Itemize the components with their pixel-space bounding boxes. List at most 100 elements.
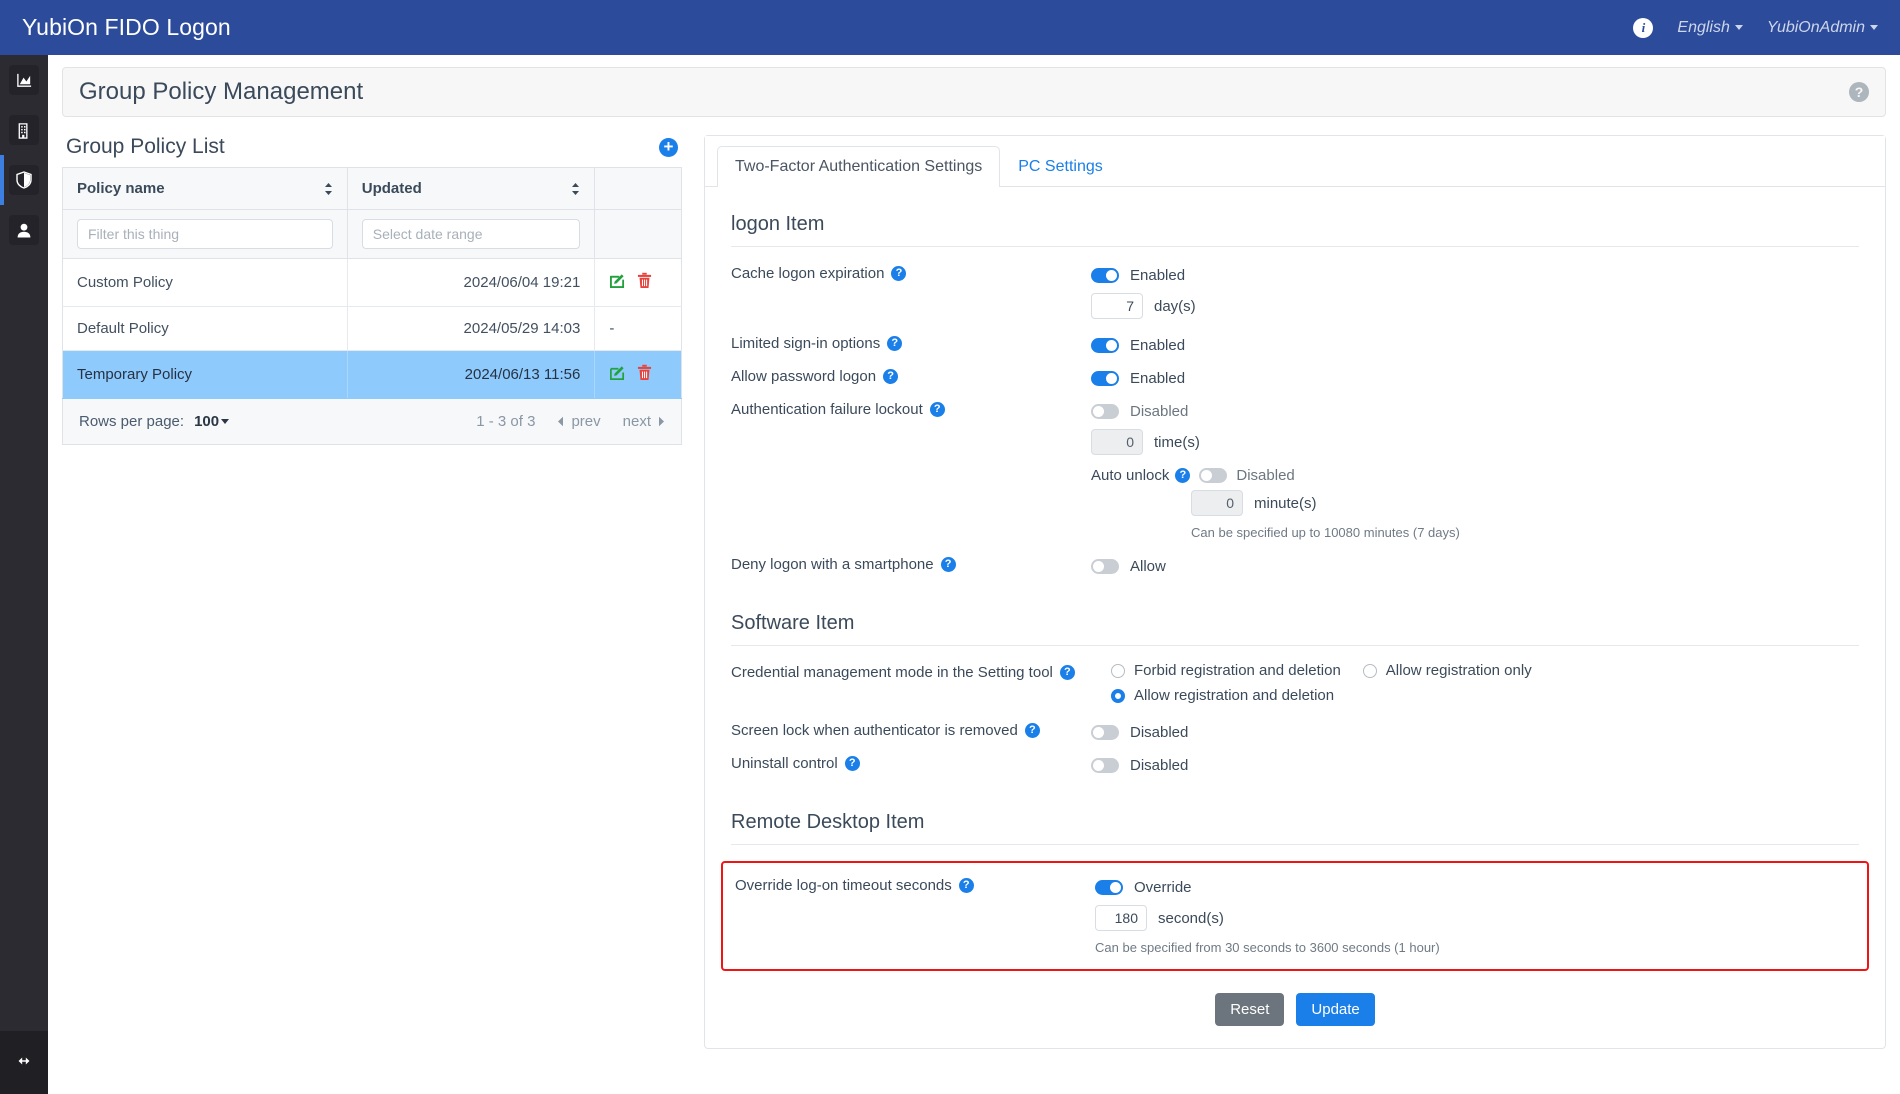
table-row[interactable]: Custom Policy 2024/06/04 19:21 [62,258,682,307]
building-icon [9,115,39,145]
pagination-controls: 1 - 3 of 3 prev next [476,413,665,430]
toggle-switch[interactable] [1091,403,1119,419]
help-icon[interactable]: ? [958,878,974,893]
toggle-state-label: Enabled [1130,336,1186,354]
toggle-switch[interactable] [1095,879,1123,895]
label-text: Authentication failure lockout [731,401,923,418]
sidebar-collapse-toggle[interactable] [0,1032,48,1094]
column-header-policy-name[interactable]: Policy name [62,167,348,210]
unit-label: minute(s) [1254,494,1317,512]
chevron-down-icon [1870,25,1878,30]
question-circle-icon[interactable]: ? [1849,82,1869,102]
edit-icon[interactable] [609,272,626,293]
toggle-switch[interactable] [1091,337,1119,353]
cell-actions: - [594,306,682,351]
setting-control: Enabled [1091,333,1859,357]
toggle-switch[interactable] [1091,267,1119,283]
radio-option-allow-registration-and-deletion[interactable]: Allow registration and deletion [1111,687,1751,704]
lockout-times-input[interactable] [1091,429,1143,455]
setting-label: Screen lock when authenticator is remove… [731,720,1091,739]
delete-icon[interactable] [637,364,652,385]
setting-uninstall-control: Uninstall control ? Disabled [731,753,1859,777]
rows-per-page-label: Rows per page: [79,413,185,430]
setting-label: Cache logon expiration ? [731,263,1091,282]
toggle-state-label: Disabled [1130,756,1189,774]
policy-name-filter-input[interactable] [77,219,333,249]
settings-card: Two-Factor Authentication Settings PC Se… [704,135,1886,1049]
edit-icon[interactable] [609,364,626,385]
override-timeout-seconds-input[interactable] [1095,905,1147,931]
delete-icon[interactable] [637,272,652,293]
label-text: Credential management mode in the Settin… [731,664,1053,681]
setting-credential-management-mode: Credential management mode in the Settin… [731,662,1859,704]
info-icon[interactable]: i [1633,17,1654,38]
tab-pc-settings[interactable]: PC Settings [1000,146,1120,187]
label-text: Override log-on timeout seconds [735,877,952,894]
radio-button[interactable] [1111,663,1125,678]
radio-button[interactable] [1362,663,1377,678]
account-label: YubiOnAdmin [1766,18,1865,36]
toggle-switch[interactable] [1091,558,1119,574]
plus-circle-icon[interactable]: + [659,137,678,157]
auto-unlock-toggle-switch[interactable] [1199,468,1228,483]
sidebar-item-policy[interactable] [0,155,48,205]
toggle-state-label: Disabled [1130,723,1189,741]
label-text: Deny logon with a smartphone [731,556,934,573]
rows-per-page-select[interactable]: 100 [194,413,230,430]
help-icon[interactable]: ? [887,336,903,351]
setting-deny-logon-smartphone: Deny logon with a smartphone ? Allow [731,554,1859,578]
help-icon[interactable]: ? [891,266,907,281]
cell-updated: 2024/06/04 19:21 [347,258,596,307]
help-icon[interactable]: ? [929,402,945,417]
setting-label: Credential management mode in the Settin… [731,662,1111,681]
next-page-button[interactable]: next [623,413,665,430]
unit-label: second(s) [1158,909,1224,927]
help-icon[interactable]: ? [1175,468,1191,483]
update-button[interactable]: Update [1296,993,1375,1026]
help-icon[interactable]: ? [844,756,860,771]
radio-option-allow-registration-only[interactable]: Allow registration only [1362,662,1532,679]
radio-option-forbid-registration-and-deletion[interactable]: Forbid registration and deletion [1111,662,1341,679]
highlighted-setting-region: Override log-on timeout seconds ? Overri… [721,861,1869,971]
page-header: Group Policy Management ? [62,67,1886,117]
auto-unlock-minutes-input[interactable] [1191,490,1243,516]
toggle-switch[interactable] [1091,757,1119,773]
setting-control: Forbid registration and deletion Allow r… [1111,662,1859,704]
filter-cell-actions [594,209,682,259]
setting-label: Uninstall control ? [731,753,1091,772]
chevron-left-icon [558,416,564,427]
prev-page-button[interactable]: prev [557,413,601,430]
toggle-switch[interactable] [1091,724,1119,740]
sidebar-item-organization[interactable] [0,105,48,155]
help-icon[interactable]: ? [940,557,956,572]
account-menu[interactable]: YubiOnAdmin [1767,19,1878,37]
cell-updated: 2024/06/13 11:56 [347,350,596,399]
reset-button[interactable]: Reset [1215,993,1285,1026]
table-row[interactable]: Default Policy 2024/05/29 14:03 - [62,306,682,351]
date-range-filter-input[interactable] [361,219,581,249]
unit-label: time(s) [1154,433,1200,451]
filter-cell-date [347,209,596,259]
tab-two-factor-authentication-settings[interactable]: Two-Factor Authentication Settings [717,146,1001,187]
auto-unlock-hint: Can be specified up to 10080 minutes (7 … [1191,525,1460,540]
table-row[interactable]: Temporary Policy 2024/06/13 11:56 [62,350,682,399]
label-text: Uninstall control [731,755,838,772]
user-icon [9,215,39,245]
toggle-switch[interactable] [1091,370,1119,386]
chevron-right-icon [659,416,664,427]
help-icon[interactable]: ? [883,369,899,384]
help-icon[interactable]: ? [1024,723,1040,738]
arrows-left-right-icon [14,1054,34,1073]
radio-label: Allow registration only [1385,662,1532,679]
label-text: Screen lock when authenticator is remove… [731,722,1018,739]
column-header-updated[interactable]: Updated [347,167,596,210]
sidebar-item-dashboard[interactable] [0,55,48,105]
policy-list-panel: Group Policy List + Policy name Updated … [62,135,682,1049]
page-title: Group Policy Management [79,78,364,105]
cache-expiration-days-input[interactable] [1091,293,1143,319]
language-selector[interactable]: English [1677,19,1743,37]
auto-unlock-state-label: Disabled [1236,467,1295,484]
sidebar-item-users[interactable] [0,205,48,255]
radio-button[interactable] [1111,688,1125,703]
help-icon[interactable]: ? [1059,665,1075,680]
